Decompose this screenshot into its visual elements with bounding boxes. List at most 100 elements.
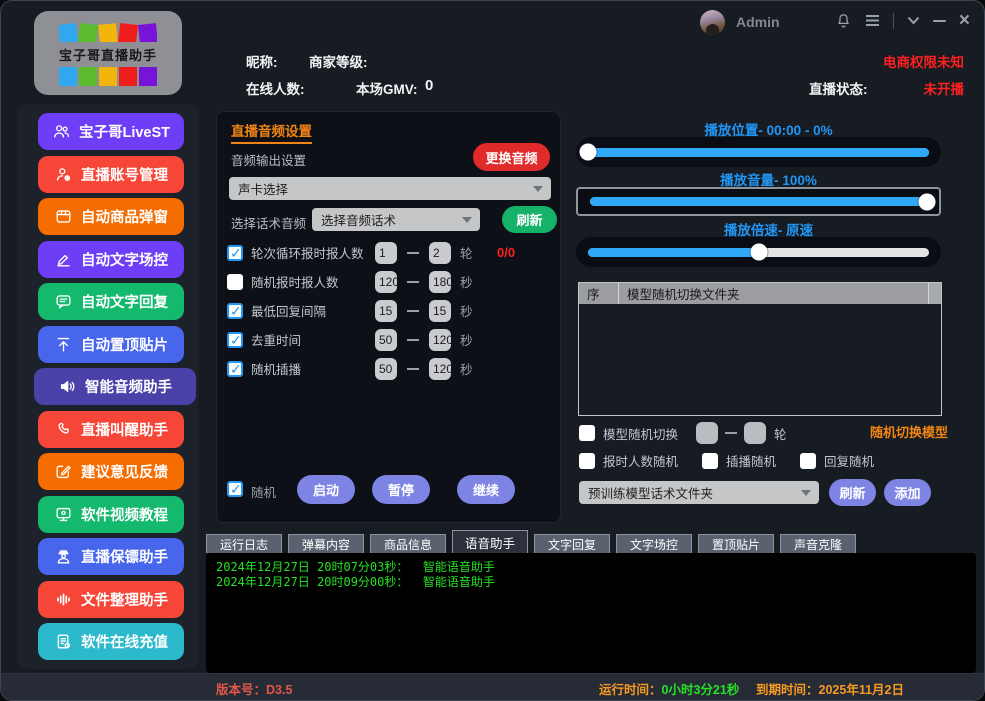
- logo-block: [59, 22, 79, 41]
- add-folder-button[interactable]: 添加: [884, 479, 931, 506]
- recharge-doc-icon: [54, 632, 73, 651]
- range-from-input[interactable]: 1: [375, 242, 397, 264]
- audio-setting-row: 随机插播50120秒: [227, 354, 557, 383]
- slider-track: [590, 197, 927, 206]
- logo-block: [59, 67, 77, 86]
- folder-select[interactable]: 预训练模型话术文件夹: [579, 481, 819, 504]
- logo-block: [99, 67, 117, 86]
- status-bar: 版本号：D3.5 运行时间：0小时3分21秒 到期时间：2025年11月2日: [1, 673, 984, 700]
- audio-panel-title: 直播音频设置: [231, 120, 312, 144]
- slider[interactable]: [576, 237, 941, 267]
- menu-icon[interactable]: [865, 14, 880, 27]
- option-checkbox[interactable]: [579, 453, 595, 469]
- refresh-script-button[interactable]: 刷新: [502, 206, 557, 233]
- tab-3[interactable]: 语音助手: [452, 530, 528, 553]
- sidebar-item[interactable]: 软件在线充值: [38, 623, 184, 660]
- option-label: 报时人数随机: [603, 451, 678, 470]
- refresh-folder-button[interactable]: 刷新: [829, 479, 876, 506]
- sidebar-item[interactable]: 建议意见反馈: [38, 453, 184, 490]
- range-to-input[interactable]: 180: [429, 271, 451, 293]
- script-audio-select[interactable]: 选择音频话术: [312, 208, 480, 231]
- range-to-input[interactable]: 2: [429, 242, 451, 264]
- option-checkbox[interactable]: [800, 453, 816, 469]
- tab-0[interactable]: 运行日志: [206, 534, 282, 553]
- sidebar-item[interactable]: 直播叫醒助手: [38, 411, 184, 448]
- model-folder-table[interactable]: 序 模型随机切换文件夹: [578, 282, 942, 416]
- slider[interactable]: [576, 137, 941, 167]
- audio-setting-row: 最低回复间隔1515秒: [227, 296, 557, 325]
- titlebar-icons: ×: [835, 12, 970, 29]
- slider-thumb[interactable]: [580, 144, 597, 161]
- model-switch-unit: 轮: [774, 424, 787, 443]
- logo-block: [139, 67, 157, 86]
- sidebar-item[interactable]: 自动文字回复: [38, 283, 184, 320]
- random-checkbox[interactable]: [227, 481, 243, 497]
- sidebar-item-label: 自动文字回复: [81, 291, 168, 312]
- setting-checkbox[interactable]: [227, 332, 243, 348]
- sidebar-item[interactable]: 自动置顶贴片: [38, 326, 184, 363]
- model-switch-checkbox[interactable]: [579, 425, 595, 441]
- sidebar-item-label: 宝子哥LiveST: [79, 121, 170, 142]
- setting-checkbox[interactable]: [227, 361, 243, 377]
- model-switch-to-input[interactable]: [744, 422, 766, 444]
- option-checkbox[interactable]: [702, 453, 718, 469]
- minimize-icon[interactable]: [933, 20, 946, 22]
- setting-checkbox[interactable]: [227, 245, 243, 261]
- range-dash: [407, 252, 419, 254]
- range-from-input[interactable]: 50: [375, 329, 397, 351]
- sidebar-item[interactable]: 直播保镖助手: [38, 538, 184, 575]
- tab-2[interactable]: 商品信息: [370, 534, 446, 553]
- sidebar-item[interactable]: 自动文字场控: [38, 241, 184, 278]
- sidebar-item[interactable]: 智能音频助手: [34, 368, 196, 405]
- range-from-input[interactable]: 50: [375, 358, 397, 380]
- tab-6[interactable]: 置顶贴片: [698, 534, 774, 553]
- tab-bar: 运行日志弹幕内容商品信息语音助手文字回复文字场控置顶贴片声音克隆: [206, 532, 856, 553]
- change-audio-button[interactable]: 更换音频: [473, 143, 550, 171]
- slider-fill: [590, 197, 927, 206]
- tab-5[interactable]: 文字场控: [616, 534, 692, 553]
- setting-label: 去重时间: [251, 330, 301, 349]
- avatar[interactable]: [700, 10, 725, 35]
- range-from-input[interactable]: 120: [375, 271, 397, 293]
- range-from-input[interactable]: 15: [375, 300, 397, 322]
- script-audio-select-value: 选择音频话术: [321, 210, 396, 229]
- close-icon[interactable]: ×: [959, 13, 970, 29]
- chevron-down-icon[interactable]: [907, 16, 920, 25]
- resume-button[interactable]: 继续: [457, 475, 515, 504]
- random-switch-model-link[interactable]: 随机切换模型: [870, 422, 948, 441]
- log-output[interactable]: 2024年12月27日 20时07分03秒： 智能语音助手2024年12月27日…: [206, 553, 976, 673]
- setting-checkbox[interactable]: [227, 274, 243, 290]
- logo-blocks-bottom: [59, 67, 157, 86]
- range-to-input[interactable]: 15: [429, 300, 451, 322]
- slider-thumb[interactable]: [919, 193, 936, 210]
- feedback-edit-icon: [54, 462, 73, 481]
- pause-button[interactable]: 暂停: [372, 475, 430, 504]
- slider-label: 播放位置- 00:00 - 0%: [571, 119, 966, 139]
- sidebar-item[interactable]: 自动商品弹窗: [38, 198, 184, 235]
- expire-info: 到期时间：2025年11月2日: [756, 679, 904, 698]
- tab-4[interactable]: 文字回复: [534, 534, 610, 553]
- chat-icon: [54, 292, 73, 311]
- sidebar-item[interactable]: 直播账号管理: [38, 156, 184, 193]
- option-label: 回复随机: [824, 451, 874, 470]
- setting-label: 最低回复间隔: [251, 301, 326, 320]
- sidebar-item[interactable]: 文件整理助手: [38, 581, 184, 618]
- setting-checkbox[interactable]: [227, 303, 243, 319]
- start-button[interactable]: 启动: [297, 475, 355, 504]
- live-status-label: 直播状态:: [809, 78, 868, 98]
- sidebar-item[interactable]: 宝子哥LiveST: [38, 113, 184, 150]
- model-switch-from-input[interactable]: [696, 422, 718, 444]
- logo-block: [79, 67, 97, 86]
- tab-1[interactable]: 弹幕内容: [288, 534, 364, 553]
- slider[interactable]: [576, 187, 941, 216]
- slider-thumb[interactable]: [750, 244, 767, 261]
- sidebar-item[interactable]: 软件视频教程: [38, 496, 184, 533]
- range-to-input[interactable]: 120: [429, 329, 451, 351]
- soundcard-select[interactable]: 声卡选择: [229, 177, 551, 200]
- audio-settings-rows: 轮次循环报时报人数12轮0/0随机报时报人数120180秒最低回复间隔1515秒…: [227, 238, 557, 383]
- range-to-input[interactable]: 120: [429, 358, 451, 380]
- bell-icon[interactable]: [835, 12, 852, 29]
- version-info: 版本号：D3.5: [216, 679, 292, 698]
- monitor-icon: [54, 505, 73, 524]
- tab-7[interactable]: 声音克隆: [780, 534, 856, 553]
